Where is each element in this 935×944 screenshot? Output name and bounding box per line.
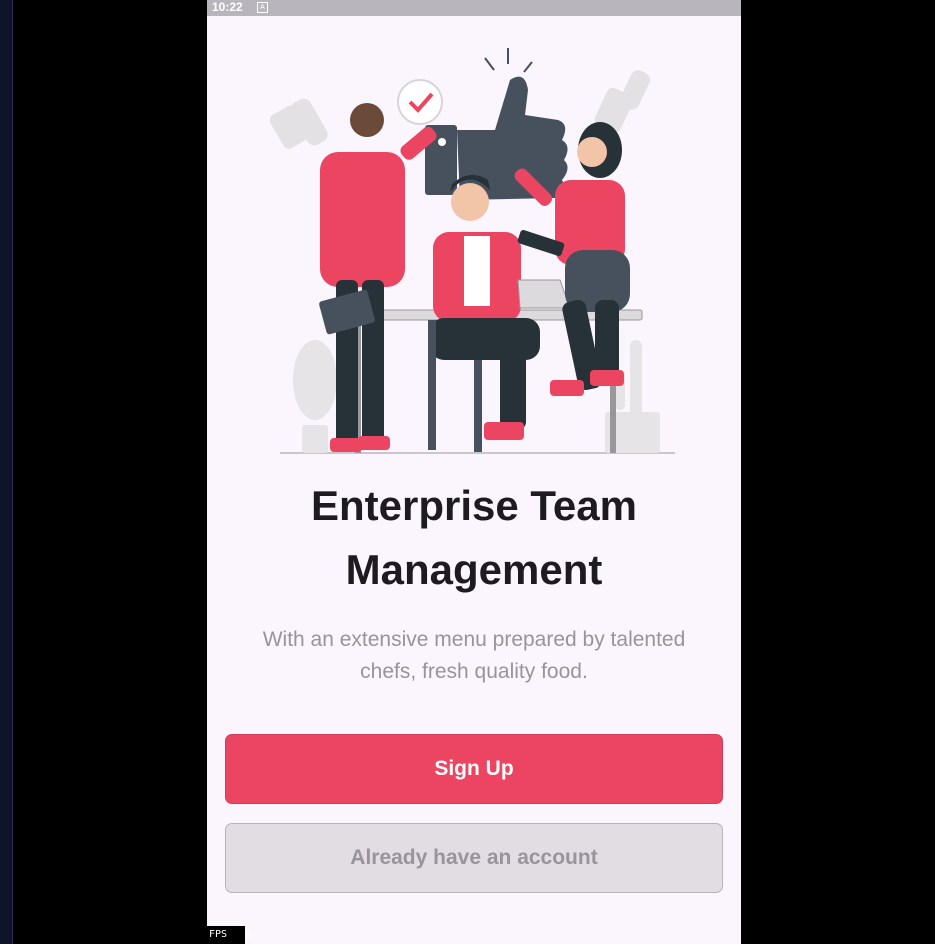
fps-label: FPS <box>209 929 228 940</box>
notification-a-icon: A <box>257 2 268 13</box>
onboarding-title: Enterprise Team Management <box>310 482 637 593</box>
team-thumbs-up-illustration <box>270 48 675 454</box>
fps-value: 0 <box>245 929 252 940</box>
fps-counter: FPS 0 <box>207 926 251 944</box>
onboarding-subtitle: With an extensive menu prepared by talen… <box>262 628 686 683</box>
sign-up-button[interactable]: Sign Up <box>225 734 723 804</box>
status-bar: 10:22 A <box>207 0 741 16</box>
phone-screen: 10:22 A Enterprise Team Management With … <box>207 0 741 944</box>
already-have-account-label: Already have an account <box>350 846 598 869</box>
desktop-edge <box>0 0 13 944</box>
already-have-account-button[interactable]: Already have an account <box>225 823 723 893</box>
status-time: 10:22 <box>212 0 243 14</box>
sign-up-label: Sign Up <box>434 757 514 780</box>
